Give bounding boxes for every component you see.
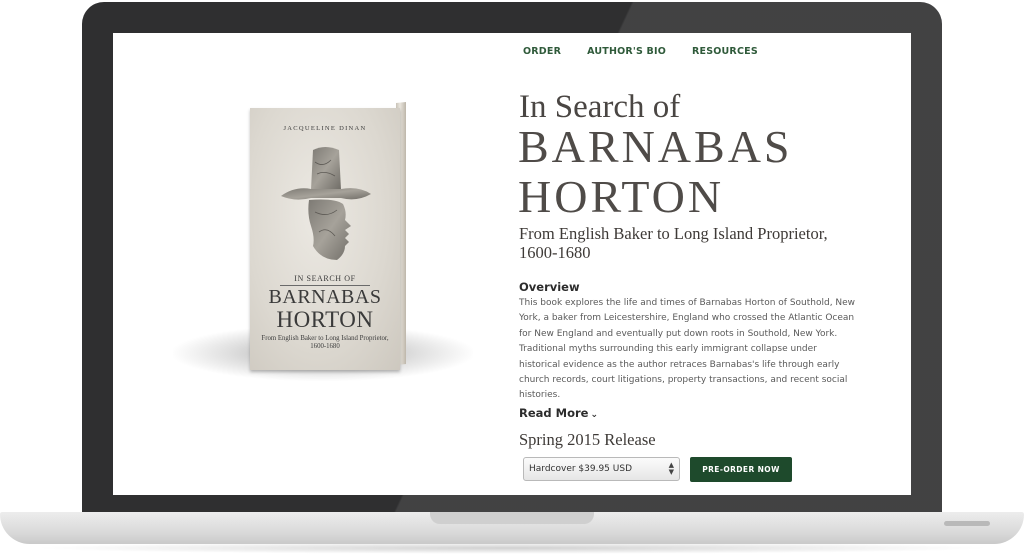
- laptop-screen: ORDER AUTHOR'S BIO RESOURCES JACQUELINE …: [113, 33, 911, 495]
- format-select[interactable]: Hardcover $39.95 USD ▲ ▼: [523, 457, 680, 481]
- book-cover-title-line3: HORTON: [276, 307, 374, 332]
- nav-authors-bio[interactable]: AUTHOR'S BIO: [587, 46, 666, 57]
- read-more-link[interactable]: Read More ⌄: [519, 406, 598, 420]
- book-cover-subtitle: From English Baker to Long Island Propri…: [250, 335, 400, 351]
- read-more-label: Read More: [519, 406, 589, 420]
- page-title-line2: BARNABAS: [518, 121, 793, 172]
- page-subtitle: From English Baker to Long Island Propri…: [519, 224, 828, 262]
- release-label: Spring 2015 Release: [519, 430, 656, 449]
- book-cover-subtitle-text: From English Baker to Long Island Propri…: [261, 335, 389, 342]
- format-select-value: Hardcover $39.95 USD: [529, 464, 632, 474]
- overview-text: This book explores the life and times of…: [519, 298, 856, 401]
- book-cover-title-line1: IN SEARCH OF: [294, 274, 356, 283]
- book-cover: JACQUELINE DINAN IN SEARCH OF BARNABAS H…: [250, 108, 400, 370]
- overview-heading: Overview: [519, 280, 580, 294]
- book-cover-title-line2: BARNABAS: [268, 286, 382, 308]
- nav-resources[interactable]: RESOURCES: [692, 46, 758, 57]
- chevron-down-icon: ⌄: [590, 410, 599, 420]
- top-nav: ORDER AUTHOR'S BIO RESOURCES: [523, 46, 758, 57]
- silhouette-map-illustration: [281, 147, 371, 260]
- laptop-notch: [430, 512, 594, 524]
- book-cover-author: JACQUELINE DINAN: [283, 125, 367, 132]
- pre-order-button[interactable]: PRE-ORDER NOW: [690, 457, 792, 482]
- page-title-line3: HORTON: [518, 171, 725, 222]
- select-arrows-icon: ▲ ▼: [668, 461, 674, 476]
- laptop-indicator: [944, 521, 990, 526]
- book-cover-years: 1600-1680: [310, 343, 340, 350]
- nav-order[interactable]: ORDER: [523, 46, 561, 57]
